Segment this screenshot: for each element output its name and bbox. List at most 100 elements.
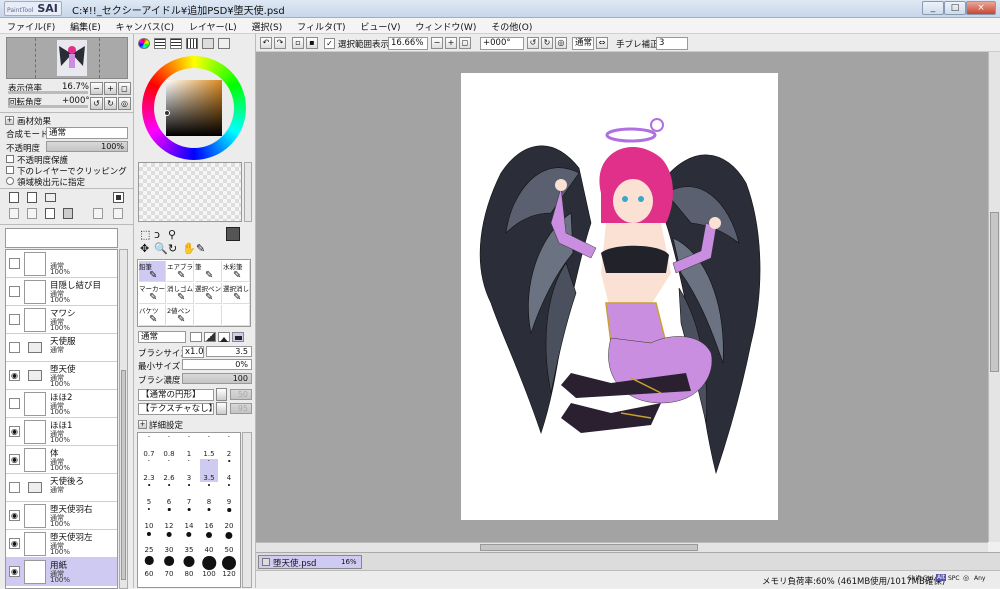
brush-tool-slot[interactable]: 鉛筆 ✎ — [139, 261, 166, 282]
nav-rotate-left-icon[interactable]: ↺ — [90, 97, 103, 110]
brush-size-preset[interactable]: 70 — [160, 555, 178, 578]
brush-shape-2-icon[interactable] — [204, 332, 216, 342]
menu-window[interactable]: ウィンドウ(W) — [408, 18, 481, 34]
eye-icon[interactable]: ◉ — [9, 370, 20, 381]
protect-alpha-checkbox[interactable] — [6, 155, 14, 163]
brush-tool-slot[interactable]: 選択ペン ✎ — [195, 283, 222, 304]
deselect-icon[interactable]: ▫ — [292, 37, 304, 49]
layer-row[interactable]: ◉ 堕天使 通常 100% — [6, 362, 117, 390]
eye-icon[interactable]: ◉ — [9, 454, 20, 465]
brush-density-slider[interactable]: 100 — [182, 373, 252, 384]
brush-size-preset[interactable]: 1.5 — [200, 435, 218, 458]
scratchpad-scrollbar[interactable] — [244, 162, 252, 222]
layer-row[interactable]: ほほ2 通常 100% — [6, 390, 117, 418]
brush-shape-4-icon[interactable] — [232, 332, 244, 342]
menu-file[interactable]: ファイル(F) — [0, 18, 60, 34]
navigator-preview[interactable] — [6, 37, 128, 79]
brush-size-preset[interactable]: 120 — [220, 555, 238, 578]
brush-shape-strength[interactable]: 50 — [230, 389, 252, 400]
rotate-right-icon[interactable]: ↻ — [541, 37, 553, 49]
layer-row[interactable]: 目隠し結び目 通常 100% — [6, 278, 117, 306]
brush-tool-slot[interactable]: マーカー ✎ — [139, 283, 166, 304]
brush-texture-strength[interactable]: 95 — [230, 403, 252, 414]
rgb-slider-tab-icon[interactable] — [154, 38, 166, 49]
brush-size-preset[interactable]: 9 — [220, 483, 238, 506]
close-button[interactable]: × — [966, 1, 996, 15]
min-size-slider[interactable]: 0% — [182, 359, 252, 370]
brush-size-preset[interactable]: 30 — [160, 531, 178, 554]
layer-list-scrollbar[interactable] — [119, 249, 128, 589]
new-layer-icon[interactable] — [9, 192, 19, 203]
brush-size-preset[interactable]: 5 — [140, 483, 158, 506]
brush-tool-slot[interactable]: 消しゴム ✎ — [167, 283, 194, 304]
canvas-area[interactable] — [256, 52, 988, 542]
brush-texture-options-icon[interactable] — [216, 402, 227, 415]
brush-tool-slot[interactable] — [223, 305, 250, 326]
nav-rotate-reset-icon[interactable]: ◎ — [118, 97, 131, 110]
visibility-toggle[interactable] — [9, 398, 20, 409]
selection-source-radio[interactable] — [6, 177, 14, 185]
layer-row[interactable]: ◉ 堕天使羽左 通常 100% — [6, 530, 117, 558]
zoom-reset-icon[interactable]: ◻ — [459, 37, 471, 49]
document-tab[interactable]: 堕天使.psd 16% — [258, 555, 362, 569]
brush-size-preset[interactable]: 2.3 — [140, 459, 158, 482]
brush-tool-slot[interactable] — [195, 305, 222, 326]
user-material-tab-icon[interactable] — [218, 38, 230, 49]
eyedropper-icon[interactable]: ✎ — [196, 242, 205, 255]
nav-rotate-right-icon[interactable]: ↻ — [104, 97, 117, 110]
layer-row[interactable]: 天使服 通常 — [6, 334, 117, 362]
nav-zoom-in-icon[interactable]: + — [104, 82, 117, 95]
zoom-slider[interactable] — [8, 91, 88, 94]
details-expand-icon[interactable]: + — [138, 420, 147, 429]
opacity-slider[interactable]: 100% — [46, 141, 128, 152]
nav-zoom-out-icon[interactable]: − — [90, 82, 103, 95]
merge-down-icon[interactable] — [27, 208, 37, 219]
brush-size-preset[interactable]: 3.5 — [200, 459, 218, 482]
brush-shape-1-icon[interactable] — [190, 332, 202, 342]
hsv-slider-tab-icon[interactable] — [170, 38, 182, 49]
brush-size-preset[interactable]: 60 — [140, 555, 158, 578]
redo-icon[interactable]: ↷ — [274, 37, 286, 49]
menu-selection[interactable]: 選択(S) — [245, 18, 288, 34]
minimize-button[interactable]: _ — [922, 1, 944, 15]
brush-blend-select[interactable]: 通常 — [138, 331, 186, 343]
brush-texture-select[interactable]: 【テクスチャなし】 — [138, 403, 217, 415]
brush-size-preset[interactable]: 14 — [180, 507, 198, 530]
blend-mode-select[interactable]: 通常 — [46, 127, 128, 139]
brush-size-preset[interactable]: 6 — [160, 483, 178, 506]
layer-row[interactable]: ◉ ほほ1 通常 100% — [6, 418, 117, 446]
menu-filter[interactable]: フィルタ(T) — [290, 18, 350, 34]
layer-row[interactable]: 天使後ろ 通常 — [6, 474, 117, 502]
brush-size-preset[interactable]: 0.8 — [160, 435, 178, 458]
presets-scrollbar[interactable] — [242, 432, 252, 588]
brush-size-preset[interactable]: 100 — [200, 555, 218, 578]
menu-view[interactable]: ビュー(V) — [353, 18, 405, 34]
zoom-tool-icon[interactable]: 🔍 — [154, 242, 168, 255]
marquee-tool-icon[interactable]: ⬚ — [140, 228, 150, 241]
clipping-checkbox[interactable] — [6, 166, 14, 174]
rotation-field[interactable]: +000° — [480, 37, 524, 50]
color-picker-marker[interactable] — [164, 110, 170, 116]
rotate-reset-icon[interactable]: ◎ — [555, 37, 567, 49]
move-tool-icon[interactable]: ✥ — [140, 242, 149, 255]
invert-selection-icon[interactable]: ▪ — [306, 37, 318, 49]
brush-size-preset[interactable]: 20 — [220, 507, 238, 530]
brush-size-preset[interactable]: 10 — [140, 507, 158, 530]
delete-layer-icon[interactable] — [63, 208, 73, 219]
visibility-toggle[interactable] — [9, 258, 20, 269]
canvas-vertical-scrollbar[interactable] — [988, 52, 1000, 542]
canvas-paper[interactable] — [461, 73, 778, 520]
visibility-toggle[interactable] — [9, 314, 20, 325]
clear-layer-icon[interactable] — [45, 208, 55, 219]
brush-size-preset[interactable]: 35 — [180, 531, 198, 554]
brush-size-preset[interactable]: 50 — [220, 531, 238, 554]
eye-icon[interactable]: ◉ — [9, 538, 20, 549]
brush-size-preset[interactable]: 80 — [180, 555, 198, 578]
brush-size-preset[interactable]: 8 — [200, 483, 218, 506]
menu-edit[interactable]: 編集(E) — [63, 18, 106, 34]
paper-effect-expand-icon[interactable]: + — [5, 116, 14, 125]
menu-canvas[interactable]: キャンバス(C) — [109, 18, 179, 34]
brush-tool-slot[interactable]: 選択消し ✎ — [223, 283, 250, 304]
foreground-color-swatch[interactable] — [226, 227, 240, 241]
brush-tool-slot[interactable]: 筆 ✎ — [195, 261, 222, 282]
